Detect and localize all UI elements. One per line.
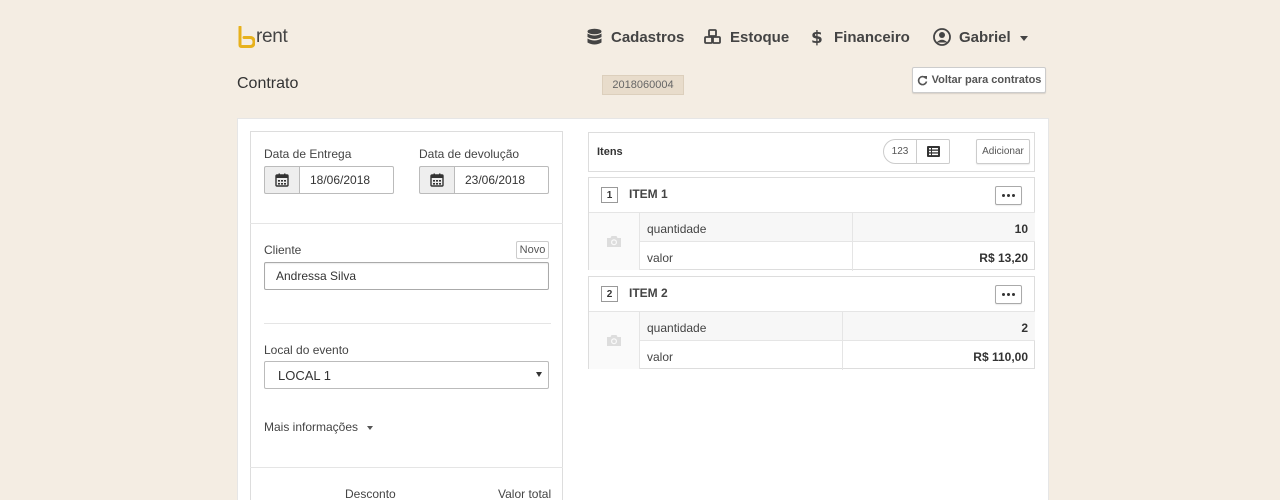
section-divider xyxy=(264,323,551,324)
more-info-toggle[interactable]: Mais informações xyxy=(264,420,374,434)
page-title: Contrato xyxy=(237,75,299,92)
quantity-label: quantidade xyxy=(647,222,707,236)
user-name: Gabriel xyxy=(959,28,1011,46)
nav-financeiro[interactable]: $ Financeiro xyxy=(810,27,910,47)
contract-number-badge: 2018060004 xyxy=(602,75,684,95)
location-select[interactable]: LOCAL 1 xyxy=(264,361,549,389)
client-input[interactable]: Andressa Silva xyxy=(264,262,549,290)
brand-logo[interactable]: rent xyxy=(237,26,288,48)
rent-logo-icon xyxy=(238,26,255,48)
item-header: 2 ITEM 2 xyxy=(589,277,1034,311)
logo-text: rent xyxy=(256,26,288,47)
svg-text:$: $ xyxy=(811,28,822,46)
location-label: Local do evento xyxy=(264,343,349,357)
total-label: Valor total xyxy=(498,487,552,500)
item-number: 2 xyxy=(601,286,618,302)
item-options-button[interactable] xyxy=(995,186,1022,205)
database-icon xyxy=(587,28,602,45)
nav-estoque-label: Estoque xyxy=(730,28,790,46)
item-quantity-row: quantidade 10 xyxy=(640,212,1035,242)
client-label: Cliente xyxy=(264,243,302,257)
discount-label: Desconto xyxy=(345,487,396,500)
more-info-label: Mais informações xyxy=(264,420,359,434)
delivery-date-label: Data de Entrega xyxy=(264,147,352,161)
add-item-button[interactable]: Adicionar xyxy=(976,139,1030,164)
nav-financeiro-label: Financeiro xyxy=(834,28,910,46)
return-date-group: 23/06/2018 xyxy=(419,166,549,194)
item-photo-cell xyxy=(589,311,640,369)
nav-cadastros-label: Cadastros xyxy=(611,28,685,46)
column-separator xyxy=(852,242,853,271)
delivery-date-group: 18/06/2018 xyxy=(264,166,394,194)
user-menu[interactable]: Gabriel xyxy=(933,27,1028,47)
item-price-row: valor R$ 13,20 xyxy=(640,241,1035,271)
chevron-down-icon xyxy=(367,426,374,430)
user-circle-icon xyxy=(933,28,951,46)
item-number: 1 xyxy=(601,187,618,203)
calendar-icon[interactable] xyxy=(264,166,299,194)
back-button-label: Voltar para contratos xyxy=(931,74,1042,86)
item-header: 1 ITEM 1 xyxy=(589,178,1034,212)
price-label: valor xyxy=(647,251,674,265)
column-separator xyxy=(852,213,853,242)
refresh-icon xyxy=(917,75,927,85)
chevron-down-icon xyxy=(1019,35,1028,41)
item-price-row: valor R$ 110,00 xyxy=(640,340,1035,370)
back-to-contracts-button[interactable]: Voltar para contratos xyxy=(912,67,1046,93)
dropdown-arrow-icon xyxy=(536,372,542,377)
section-divider xyxy=(250,223,563,224)
item-body: quantidade 2 valor R$ 110,00 xyxy=(589,311,1035,370)
new-client-button[interactable]: Novo xyxy=(516,241,549,259)
location-selected-value: LOCAL 1 xyxy=(278,367,331,383)
return-date-label: Data de devolução xyxy=(419,147,520,161)
camera-icon[interactable] xyxy=(601,228,627,254)
price-label: valor xyxy=(647,350,674,364)
item-name: ITEM 2 xyxy=(629,286,668,300)
item-card: 1 ITEM 1 quantidade 10 valor R$ 13,20 xyxy=(588,177,1035,271)
items-panel-header xyxy=(588,132,1035,172)
quantity-value: 2 xyxy=(1021,321,1028,335)
list-view-toggle[interactable] xyxy=(917,140,949,163)
nav-estoque[interactable]: Estoque xyxy=(704,27,789,47)
return-date-input[interactable]: 23/06/2018 xyxy=(454,166,549,194)
price-value: R$ 110,00 xyxy=(973,350,1028,364)
dollar-icon: $ xyxy=(811,28,822,46)
items-title: Itens xyxy=(597,146,623,158)
quantity-value: 10 xyxy=(1014,222,1028,236)
quantity-label: quantidade xyxy=(647,321,707,335)
cubes-icon xyxy=(704,29,721,44)
item-quantity-row: quantidade 2 xyxy=(640,311,1035,341)
nav-cadastros[interactable]: Cadastros xyxy=(586,27,684,47)
section-divider xyxy=(250,467,563,468)
list-icon xyxy=(926,146,940,157)
column-separator xyxy=(842,341,843,370)
item-photo-cell xyxy=(589,212,640,270)
item-body: quantidade 10 valor R$ 13,20 xyxy=(589,212,1035,271)
delivery-date-input[interactable]: 18/06/2018 xyxy=(299,166,394,194)
numeric-view-toggle[interactable]: 123 xyxy=(884,140,917,163)
item-card: 2 ITEM 2 quantidade 2 valor R$ 110,00 xyxy=(588,276,1035,370)
view-toggle: 123 xyxy=(883,139,950,164)
calendar-icon[interactable] xyxy=(419,166,454,194)
item-name: ITEM 1 xyxy=(629,187,668,201)
price-value: R$ 13,20 xyxy=(979,251,1028,265)
item-options-button[interactable] xyxy=(995,285,1022,304)
column-separator xyxy=(842,312,843,341)
camera-icon[interactable] xyxy=(601,327,627,353)
